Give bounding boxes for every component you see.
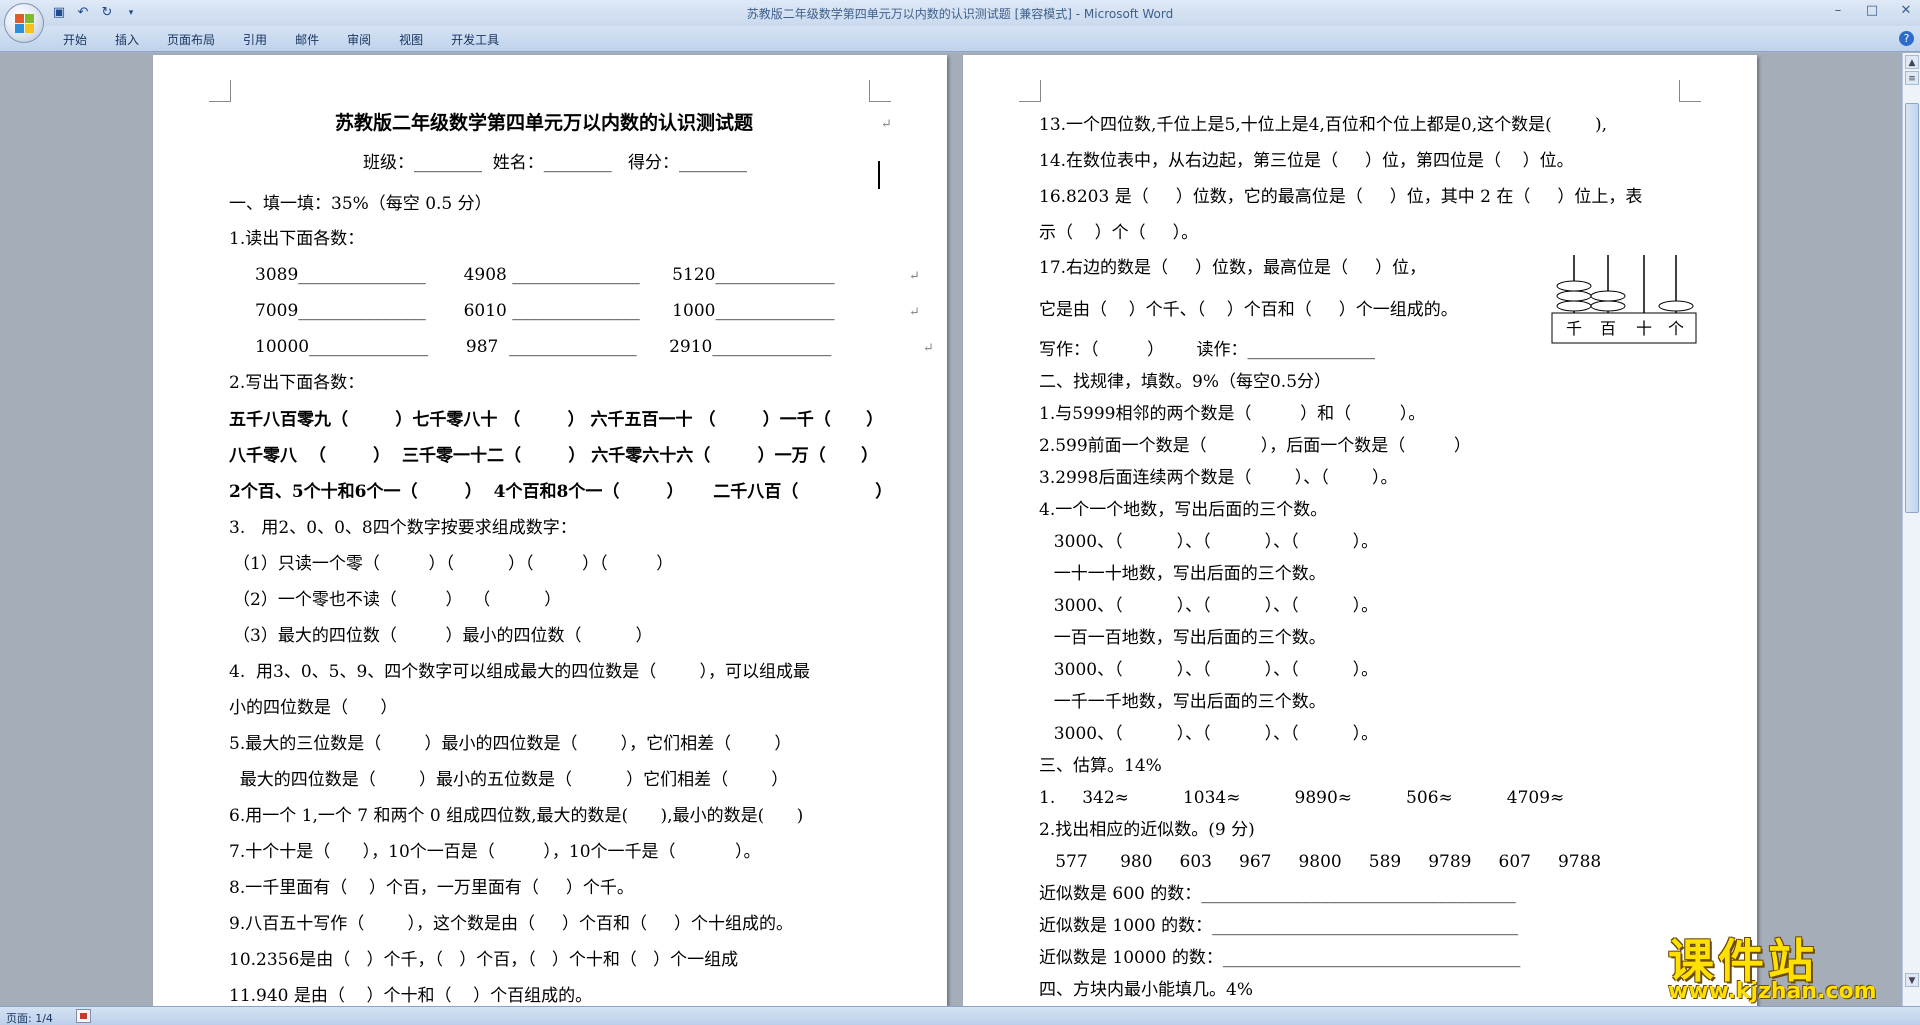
- text-cursor: [878, 161, 880, 189]
- question-text: （1）只读一个零（ ）（ ）（ ）（ ）: [233, 554, 674, 574]
- section-heading: 一、填一填：35%（每空 0.5 分）: [229, 194, 492, 214]
- question-text: 3089_______________ 4908 _______________…: [255, 265, 835, 285]
- window-controls: – □ ✕: [1830, 3, 1914, 19]
- office-logo-icon: [15, 14, 35, 34]
- section-heading: 四、方块内最小能填几。4%: [1039, 980, 1253, 1000]
- ribbon-tab-bar: 开始 插入 页面布局 引用 邮件 审阅 视图 开发工具 ?: [0, 26, 1920, 52]
- question-text: 577 980 603 967 9800 589 9789 607 9788: [1039, 852, 1602, 872]
- question-text: 4.一个一个地数，写出后面的三个数。: [1039, 500, 1328, 520]
- paragraph-mark: ↵: [909, 269, 920, 284]
- tab-insert[interactable]: 插入: [102, 31, 152, 48]
- page-indicator[interactable]: 页面: 1/4: [6, 1010, 53, 1025]
- question-text: 1.与5999相邻的两个数是（ ）和（ ）。: [1039, 404, 1426, 424]
- maximize-icon[interactable]: □: [1864, 3, 1880, 19]
- question-text: 八千零八 （ ） 三千零一十二（ ） 六千零六十六（ ）一万（ ）: [229, 446, 879, 466]
- question-text: 近似数是 1000 的数：___________________________…: [1039, 916, 1519, 936]
- question-text: 2.写出下面各数：: [229, 373, 365, 393]
- tab-home[interactable]: 开始: [50, 31, 100, 48]
- paragraph-mark: ↵: [909, 305, 920, 320]
- tab-page-layout[interactable]: 页面布局: [154, 31, 228, 48]
- scroll-up-icon[interactable]: ▲: [1905, 55, 1919, 69]
- question-text: （3）最大的四位数（ ）最小的四位数（ ）: [233, 626, 653, 646]
- document-heading: 苏教版二年级数学第四单元万以内数的认识测试题: [335, 112, 754, 134]
- watermark-logo: 课件站 www.kjzhan.com: [1658, 925, 1908, 1005]
- status-bar: 页面: 1/4: [0, 1006, 1920, 1025]
- question-text: 10.2356是由（ ）个千，（ ）个百，（ ）个十和（ ）个一组成: [229, 950, 739, 970]
- macro-record-icon[interactable]: [76, 1009, 91, 1023]
- question-text: 16.8203 是（ ）位数，它的最高位是（ ）位，其中 2 在（ ）位上，表: [1039, 187, 1643, 207]
- question-text: 7009_______________ 6010 _______________…: [255, 301, 835, 321]
- vertical-scrollbar[interactable]: ▲ ≡ ▼: [1902, 53, 1920, 1006]
- question-text: 近似数是 10000 的数：__________________________…: [1039, 948, 1521, 968]
- question-text: 写作：（ ） 读作：_______________: [1039, 340, 1376, 360]
- question-text: 8.一千里面有（ ）个百，一万里面有（ ）个千。: [229, 878, 634, 898]
- question-text: 最大的四位数是（ ）最小的五位数是（ ）它们相差（ ）: [229, 770, 789, 790]
- question-text: 7.十个十是（ ），10个一百是（ ），10个一千是（ ）。: [229, 842, 761, 862]
- abacus-label-ones: 个: [1668, 319, 1684, 338]
- minimize-icon[interactable]: –: [1830, 3, 1846, 19]
- question-text: 近似数是 600 的数：____________________________…: [1039, 884, 1516, 904]
- question-text: 小的四位数是（ ）: [229, 698, 398, 718]
- question-text: 3000、（ ）、（ ）、（ ）。: [1043, 596, 1379, 616]
- question-text: 10000______________ 987 _______________ …: [255, 337, 832, 357]
- question-text: （2）一个零也不读（ ） （ ）: [233, 590, 562, 610]
- question-text: 它是由（ ）个千、（ ）个百和（ ）个一组成的。: [1039, 300, 1458, 320]
- split-handle-icon[interactable]: ≡: [1905, 71, 1919, 85]
- document-page-2[interactable]: 13.一个四位数,千位上是5,十位上是4,百位和个位上都是0,这个数是( ), …: [963, 55, 1757, 1006]
- section-heading: 二、找规律，填数。9%（每空0.5分）: [1039, 372, 1332, 392]
- tab-mailings[interactable]: 邮件: [282, 31, 332, 48]
- section-heading: 三、估算。14%: [1039, 756, 1162, 776]
- paragraph-mark: ↵: [881, 117, 892, 132]
- question-text: 3. 用2、0、0、8四个数字按要求组成数字：: [229, 518, 577, 538]
- scroll-thumb[interactable]: [1905, 103, 1919, 513]
- tab-review[interactable]: 审阅: [334, 31, 384, 48]
- document-workspace: 苏教版二年级数学第四单元万以内数的认识测试题 班级：________ 姓名：__…: [0, 53, 1902, 1006]
- question-text: 14.在数位表中，从右边起，第三位是（ ）位，第四位是（ ）位。: [1039, 151, 1574, 171]
- student-info-line: 班级：________ 姓名：________ 得分：________: [363, 153, 748, 173]
- window-title: 苏教版二年级数学第四单元万以内数的认识测试题 [兼容模式] - Microsof…: [746, 7, 1174, 21]
- question-text: 一十一十地数，写出后面的三个数。: [1043, 564, 1326, 584]
- paragraph-mark: ↵: [923, 341, 934, 356]
- close-icon[interactable]: ✕: [1898, 3, 1914, 19]
- office-button[interactable]: [4, 3, 44, 43]
- question-text: 5.最大的三位数是（ ）最小的四位数是（ ），它们相差（ ）: [229, 734, 792, 754]
- abacus-figure: 千 百 十 个: [1551, 255, 1697, 344]
- question-text: 13.一个四位数,千位上是5,十位上是4,百位和个位上都是0,这个数是( ),: [1039, 115, 1607, 135]
- tab-references[interactable]: 引用: [230, 31, 280, 48]
- help-icon[interactable]: ?: [1899, 31, 1914, 46]
- tab-view[interactable]: 视图: [386, 31, 436, 48]
- question-text: 五千八百零九（ ）七千零八十 （ ） 六千五百一十 （ ）一千（ ）: [229, 410, 884, 430]
- question-text: 11.940 是由（ ）个十和（ ）个百组成的。: [229, 986, 593, 1006]
- question-text: 3.2998后面连续两个数是（ ）、（ ）。: [1039, 468, 1398, 488]
- abacus-label-thousands: 千: [1566, 319, 1582, 338]
- document-page-1[interactable]: 苏教版二年级数学第四单元万以内数的认识测试题 班级：________ 姓名：__…: [153, 55, 947, 1006]
- question-text: 6.用一个 1,一个 7 和两个 0 组成四位数,最大的数是( ),最小的数是(…: [229, 806, 804, 826]
- question-text: 17.右边的数是（ ）位数，最高位是（ ）位，: [1039, 258, 1427, 278]
- question-text: 1.读出下面各数：: [229, 229, 365, 249]
- question-text: 一百一百地数，写出后面的三个数。: [1043, 628, 1326, 648]
- question-text: 9.八百五十写作（ ），这个数是由（ ）个百和（ ）个十组成的。: [229, 914, 793, 934]
- question-text: 一千一千地数，写出后面的三个数。: [1043, 692, 1326, 712]
- abacus-label-hundreds: 百: [1600, 319, 1616, 338]
- word-window: ▣ ↶ ↻ ▾ 苏教版二年级数学第四单元万以内数的认识测试题 [兼容模式] - …: [0, 0, 1920, 1025]
- abacus-label-tens: 十: [1636, 319, 1652, 338]
- question-text: 3000、（ ）、（ ）、（ ）。: [1043, 660, 1379, 680]
- question-text: 2.599前面一个数是（ ），后面一个数是（ ）: [1039, 436, 1471, 456]
- question-text: 2.找出相应的近似数。(9 分): [1039, 820, 1255, 840]
- title-bar: ▣ ↶ ↻ ▾ 苏教版二年级数学第四单元万以内数的认识测试题 [兼容模式] - …: [0, 0, 1920, 43]
- question-text: 4. 用3、0、5、9、四个数字可以组成最大的四位数是（ ），可以组成最: [229, 662, 811, 682]
- question-text: 1. 342≈ 1034≈ 9890≈ 506≈ 4709≈: [1039, 788, 1565, 808]
- tab-developer[interactable]: 开发工具: [438, 31, 512, 48]
- question-text: 示（ ）个（ ）。: [1039, 223, 1199, 243]
- question-text: 3000、（ ）、（ ）、（ ）。: [1043, 724, 1379, 744]
- watermark-url: www.kjzhan.com: [1668, 979, 1877, 1004]
- question-text: 2个百、5个十和6个一（ ） 4个百和8个一（ ） 二千八百（ ）: [229, 482, 893, 502]
- question-text: 3000、（ ）、（ ）、（ ）。: [1043, 532, 1379, 552]
